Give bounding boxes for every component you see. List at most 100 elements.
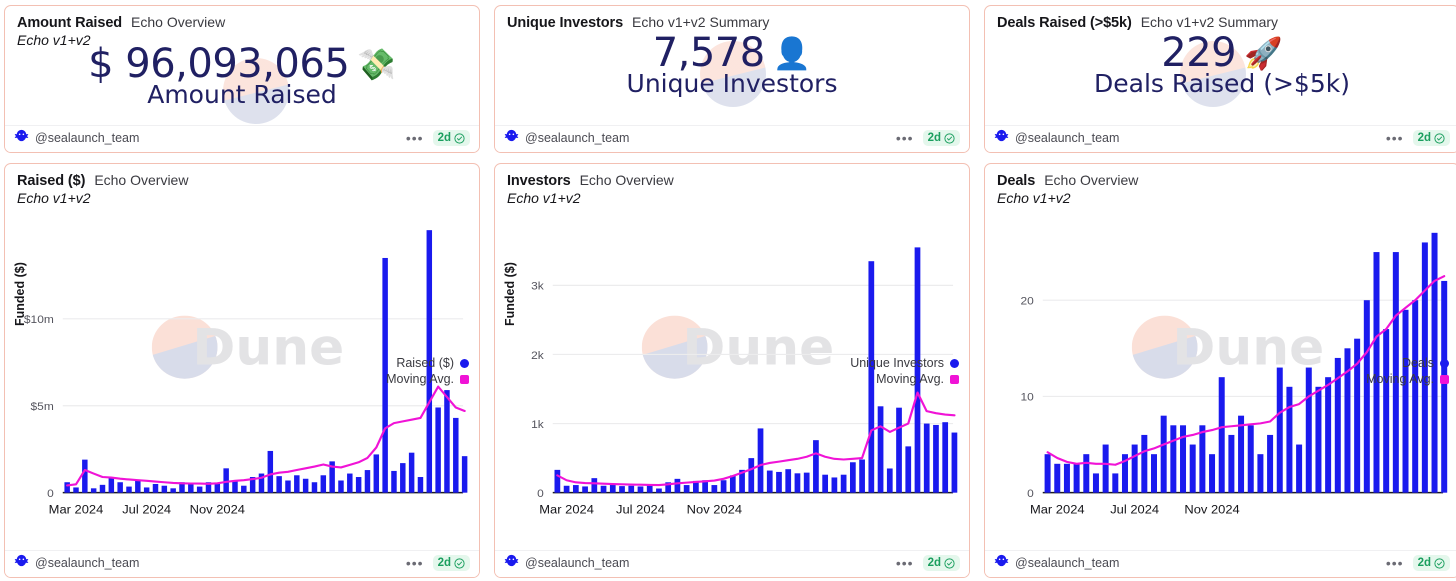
legend-item: Moving Avg. (876, 372, 959, 386)
chart-deals[interactable]: Dune 0 10 20 Mar 2024 Jul 2024 Nov 2024 Deals … (985, 206, 1456, 550)
bust-in-silhouette-emoji: 👤 (772, 36, 812, 72)
card-title: Amount Raised (17, 15, 123, 31)
legend-swatch-bar (950, 358, 959, 368)
legend-swatch-bar (1440, 358, 1449, 368)
svg-text:Nov 2024: Nov 2024 (1184, 503, 1239, 517)
chart-legend: Raised ($) Moving Avg. (386, 356, 469, 386)
svg-text:Jul 2024: Jul 2024 (1110, 503, 1159, 517)
svg-text:$10m: $10m (24, 313, 54, 326)
author-handle[interactable]: @sealaunch_team (35, 131, 139, 145)
more-options-icon[interactable]: ••• (1386, 555, 1404, 570)
status-badge: 2d (922, 130, 960, 146)
badge-age: 2d (1417, 132, 1431, 144)
card-footer: @sealaunch_team ••• 2d (495, 550, 969, 577)
author-handle[interactable]: @sealaunch_team (1015, 556, 1119, 570)
svg-text:Dune: Dune (682, 318, 834, 376)
card-investors-chart[interactable]: Investors Echo Overview Echo v1+v2 Dune 0… (494, 163, 970, 578)
svg-text:0: 0 (537, 487, 544, 500)
card-subtitle: Echo Overview (579, 172, 674, 188)
legend-item: Raised ($) (396, 356, 469, 370)
status-badge: 2d (922, 555, 960, 571)
verified-check-icon (1434, 557, 1445, 569)
author-handle[interactable]: @sealaunch_team (525, 131, 629, 145)
counter-label: Deals Raised (>$5k) (1094, 68, 1350, 98)
more-options-icon[interactable]: ••• (896, 130, 914, 145)
status-badge: 2d (432, 130, 470, 146)
svg-text:2k: 2k (531, 349, 544, 362)
svg-text:Nov 2024: Nov 2024 (687, 503, 742, 517)
status-badge: 2d (432, 555, 470, 571)
badge-age: 2d (437, 557, 451, 569)
sealaunch-logo-icon (14, 129, 29, 147)
legend-item: Deals (1402, 356, 1449, 370)
legend-swatch-line (1440, 374, 1449, 384)
svg-text:3k: 3k (531, 280, 544, 293)
svg-text:Mar 2024: Mar 2024 (1030, 503, 1085, 517)
chart-legend: Unique Investors Moving Avg. (850, 356, 959, 386)
card-title: Raised ($) (17, 173, 86, 189)
verified-check-icon (944, 557, 955, 569)
card-raised-chart[interactable]: Raised ($) Echo Overview Echo v1+v2 Dune… (4, 163, 480, 578)
more-options-icon[interactable]: ••• (406, 555, 424, 570)
sealaunch-logo-icon (14, 554, 29, 572)
more-options-icon[interactable]: ••• (896, 555, 914, 570)
card-tagline: Echo v1+v2 (997, 190, 1071, 206)
svg-text:10: 10 (1020, 391, 1034, 404)
svg-text:Mar 2024: Mar 2024 (49, 503, 104, 517)
card-deals-chart[interactable]: Deals Echo Overview Echo v1+v2 Dune 0 10 20… (984, 163, 1456, 578)
status-badge: 2d (1412, 130, 1450, 146)
verified-check-icon (454, 132, 465, 144)
verified-check-icon (1434, 132, 1445, 144)
card-subtitle: Echo Overview (1044, 172, 1139, 188)
card-title: Investors (507, 173, 571, 189)
counter-label: Amount Raised (147, 79, 337, 109)
sealaunch-logo-icon (994, 554, 1009, 572)
card-unique-investors[interactable]: Unique Investors Echo v1+v2 Summary 7,57… (494, 5, 970, 153)
more-options-icon[interactable]: ••• (1386, 130, 1404, 145)
sealaunch-logo-icon (994, 129, 1009, 147)
more-options-icon[interactable]: ••• (406, 130, 424, 145)
card-title: Unique Investors (507, 15, 624, 31)
verified-check-icon (454, 557, 465, 569)
legend-item: Moving Avg. (386, 372, 469, 386)
badge-age: 2d (1417, 557, 1431, 569)
badge-age: 2d (927, 132, 941, 144)
sealaunch-logo-icon (504, 554, 519, 572)
legend-swatch-bar (460, 358, 469, 368)
legend-label: Moving Avg. (386, 372, 454, 386)
legend-item: Moving Avg. (1366, 372, 1449, 386)
svg-text:0: 0 (1027, 487, 1034, 500)
card-footer: @sealaunch_team ••• 2d (5, 550, 479, 577)
legend-label: Moving Avg. (876, 372, 944, 386)
svg-text:Mar 2024: Mar 2024 (539, 503, 594, 517)
legend-item: Unique Investors (850, 356, 959, 370)
legend-label: Deals (1402, 356, 1434, 370)
chart-raised[interactable]: Dune 0 $5m $10m Mar 2024 Jul 2024 Nov 2024 Fun… (5, 206, 479, 550)
card-subtitle: Echo Overview (94, 172, 189, 188)
card-header: Deals Raised (>$5k) Echo v1+v2 Summary (985, 6, 1456, 31)
chart-investors[interactable]: Dune 0 1k 2k 3k Mar 2024 Jul 2024 Nov 2024 Fund… (495, 206, 969, 550)
y-axis-label: Funded ($) (13, 262, 27, 326)
card-deals-raised[interactable]: Deals Raised (>$5k) Echo v1+v2 Summary 2… (984, 5, 1456, 153)
legend-swatch-line (950, 374, 959, 384)
card-tagline: Echo v1+v2 (17, 190, 91, 206)
counter-label: Unique Investors (626, 68, 838, 98)
card-header: Investors Echo Overview Echo v1+v2 (495, 164, 969, 206)
counter-body: $ 96,093,065 💸 Amount Raised (5, 43, 479, 125)
dashboard-grid: Amount Raised Echo Overview Echo v1+v2 $… (0, 0, 1456, 581)
author-handle[interactable]: @sealaunch_team (35, 556, 139, 570)
svg-text:Jul 2024: Jul 2024 (616, 503, 665, 517)
card-subtitle: Echo v1+v2 Summary (1140, 14, 1279, 30)
svg-text:0: 0 (47, 487, 54, 500)
author-handle[interactable]: @sealaunch_team (1015, 131, 1119, 145)
card-amount-raised[interactable]: Amount Raised Echo Overview Echo v1+v2 $… (4, 5, 480, 153)
author-handle[interactable]: @sealaunch_team (525, 556, 629, 570)
badge-age: 2d (437, 132, 451, 144)
chart-legend: Deals Moving Avg. (1366, 356, 1449, 386)
card-footer: @sealaunch_team ••• 2d (985, 125, 1456, 152)
card-subtitle: Echo v1+v2 Summary (632, 14, 770, 30)
card-title: Deals (997, 173, 1036, 189)
legend-label: Unique Investors (850, 356, 944, 370)
rocket-emoji: 🚀 (1244, 36, 1283, 72)
svg-text:Dune: Dune (1172, 318, 1324, 376)
